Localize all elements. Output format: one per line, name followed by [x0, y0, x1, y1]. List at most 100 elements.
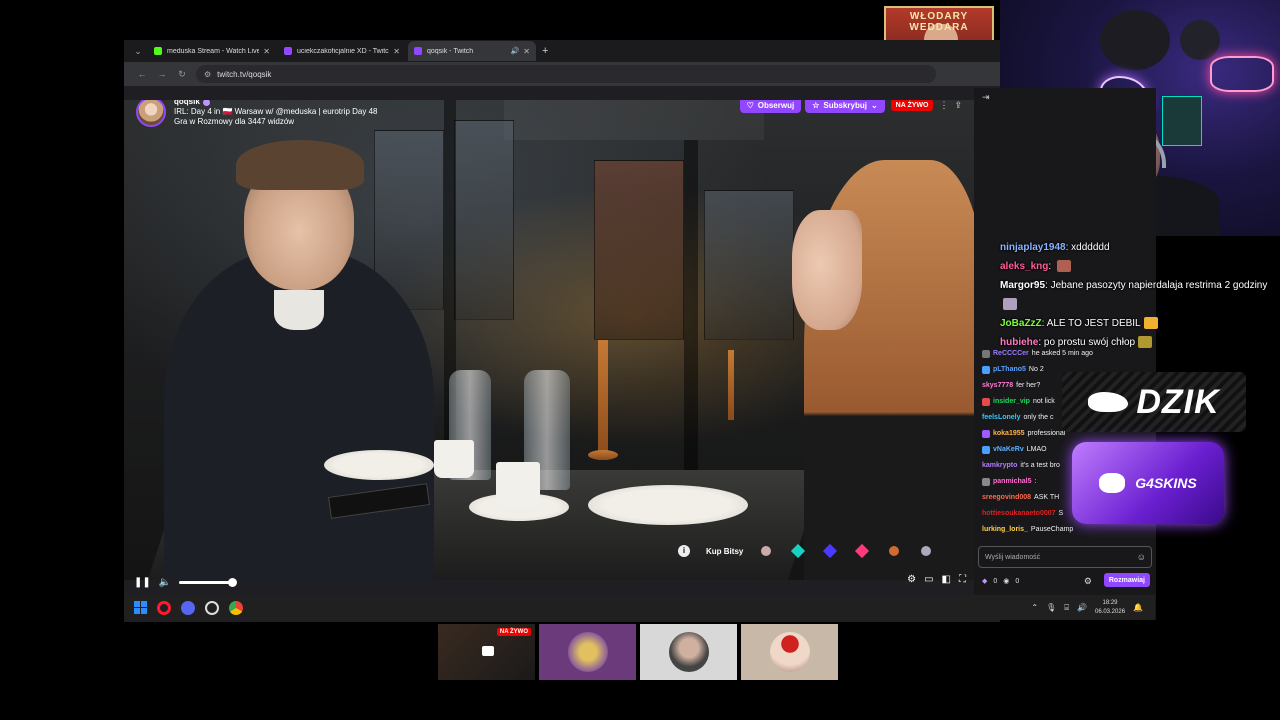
reload-icon[interactable]: ↻ [172, 69, 192, 80]
thumbnail-live[interactable]: NA ŻYWO [438, 624, 535, 680]
pause-icon[interactable]: ❚❚ [134, 577, 151, 588]
g4skins-logo: G4SKINS [1072, 442, 1224, 524]
poster [1162, 96, 1202, 146]
settings-icon[interactable]: ⚙ [907, 574, 916, 585]
chat-send-button[interactable]: Rozmawiaj [1103, 573, 1150, 587]
microphone-icon[interactable]: 🎙 [1046, 603, 1056, 612]
speaker-icon[interactable]: 🔊 [511, 47, 520, 55]
bits-gem-icon[interactable] [855, 543, 870, 559]
bits-gem-icon[interactable] [761, 546, 772, 556]
forward-icon[interactable]: → [152, 69, 172, 79]
new-tab-button[interactable]: + [542, 45, 548, 57]
screen: WŁODARY WEDDARA ⌄ meduska Stream - Watch… [0, 0, 1280, 720]
emote-picker-icon[interactable]: ☺ [1137, 552, 1146, 562]
chat-username[interactable]: vNaKeRv [993, 442, 1024, 458]
bits-gem-icon[interactable] [921, 546, 932, 556]
tab-qoqsik[interactable]: qoqsik - Twitch 🔊 ✕ [408, 41, 536, 61]
chat-username[interactable]: feelsLonely [982, 410, 1021, 426]
emote-icon [1056, 260, 1071, 273]
chat-username[interactable]: sreegovind008 [982, 490, 1031, 506]
clock-date: 06.03.2026 [1095, 608, 1126, 615]
thumbnail-face-2[interactable] [640, 624, 737, 680]
bits-bar: i Kup Bitsy [678, 540, 953, 562]
stream-subtitle: Gra w Rozmowy dla 3447 widzów [174, 117, 295, 126]
video-player[interactable]: qoqsik IRL: Day 4 in 🇵🇱 Warsaw w/ @medus… [124, 100, 974, 580]
bits-icon[interactable]: ◆ [982, 577, 987, 585]
thumbnail-face-1[interactable] [539, 624, 636, 680]
chat-text: No 2 [1028, 366, 1044, 373]
chevron-up-icon[interactable]: ⌃ [1031, 603, 1038, 612]
subscribe-button[interactable]: ☆ Subskrybuj ⌄ [805, 100, 885, 113]
twitch-icon [284, 47, 292, 55]
share-icon[interactable]: ⇪ [954, 100, 962, 111]
url-field[interactable]: ⚙ twitch.tv/qoqsik [196, 65, 936, 83]
overlay-text: Jebane pasozyty napierdalaja restrima 2 … [1050, 280, 1268, 291]
chat-username[interactable]: insider_vip [993, 394, 1030, 410]
theatre-mode-icon[interactable]: ◧ [942, 574, 951, 585]
volume-slider[interactable] [179, 577, 238, 587]
bits-gem-icon[interactable] [791, 543, 806, 559]
clock-time: 18:29 [1102, 599, 1118, 606]
buy-bits-button[interactable]: Kup Bitsy [706, 547, 743, 556]
clock[interactable]: 18:29 06.03.2026 [1095, 599, 1125, 617]
avatar[interactable] [136, 100, 166, 127]
chat-username[interactable]: koka1955 [993, 426, 1025, 442]
close-icon[interactable]: ✕ [523, 47, 530, 56]
badge-icon[interactable] [982, 366, 990, 374]
chat-input[interactable]: Wyślij wiadomość ☺ [978, 546, 1152, 568]
info-icon[interactable]: i [678, 545, 690, 557]
fullscreen-icon[interactable]: ⛶ [959, 574, 966, 585]
chat-username[interactable]: hottiesoukanaeto0007 [982, 506, 1056, 522]
tab-uciekczak[interactable]: uciekczakoficjalnie XD - Twitch ✕ [278, 41, 406, 61]
chat-bubble-icon [482, 646, 494, 656]
back-icon[interactable]: ← [132, 69, 152, 79]
badge-icon[interactable] [982, 446, 990, 454]
channel-points-icon[interactable]: ◉ [1003, 577, 1009, 585]
site-info-icon[interactable]: ⚙ [204, 70, 211, 79]
close-icon[interactable]: ✕ [393, 47, 400, 56]
opera-icon[interactable] [157, 600, 171, 615]
chat-text: it's a test bro [1020, 462, 1060, 469]
tab-meduska[interactable]: meduska Stream - Watch Live o ✕ [148, 41, 276, 61]
thumbnail-face-3[interactable] [741, 624, 838, 680]
chat-username[interactable]: lurking_loris_ [982, 522, 1028, 538]
emote-icon [1138, 336, 1153, 349]
badge-icon[interactable] [982, 398, 990, 406]
more-icon[interactable]: ⋮ [939, 100, 948, 111]
speaker-tray-icon[interactable]: 🔊 [1077, 603, 1087, 612]
overlay-chat-message: Margor95: Jebane pasozyty napierdalaja r… [1000, 276, 1280, 314]
network-icon[interactable]: ⌸ [1064, 603, 1069, 613]
bits-gem-icon[interactable] [823, 543, 838, 559]
start-button[interactable] [134, 601, 147, 614]
system-tray: ⌃ 🎙 ⌸ 🔊 18:29 06.03.2026 🔔 [1023, 595, 1143, 620]
clip-icon[interactable]: ▭ [924, 574, 933, 585]
badge-icon[interactable] [982, 430, 990, 438]
tab-search-icon[interactable]: ⌄ [130, 46, 146, 57]
chat-username[interactable]: pLThano5 [993, 362, 1026, 378]
chat-settings-icon[interactable]: ⚙ [1084, 576, 1092, 587]
notification-icon[interactable]: 🔔 [1133, 603, 1143, 612]
follow-button[interactable]: ♡ Obserwuj [739, 100, 802, 113]
badge-icon[interactable] [982, 478, 990, 486]
browser-window: ⌄ meduska Stream - Watch Live o ✕ uciekc… [124, 40, 1000, 622]
chrome-icon[interactable] [229, 600, 243, 615]
close-icon[interactable]: ✕ [263, 47, 270, 56]
dzik-text: DZIK [1136, 382, 1220, 421]
badge-icon[interactable] [982, 350, 990, 358]
chat-username[interactable]: panmichal5 [993, 474, 1032, 490]
subscribe-label: Subskrybuj [823, 100, 867, 110]
volume-icon[interactable]: 🔈 [159, 577, 171, 588]
chat-username[interactable]: skys7778 [982, 378, 1013, 394]
tab-label: uciekczakoficjalnie XD - Twitch [297, 47, 390, 55]
channel-name[interactable]: qoqsik [174, 100, 378, 107]
neon-boar-sign [1210, 56, 1274, 92]
bits-gem-icon[interactable] [889, 546, 900, 556]
discord-icon[interactable] [181, 600, 195, 615]
live-badge: NA ŻYWO [890, 100, 934, 111]
settings-app-icon[interactable] [205, 600, 219, 615]
heart-icon: ♡ [746, 100, 754, 110]
chat-username[interactable]: kamkrypto [982, 458, 1017, 474]
collapse-chat-icon[interactable]: ⇥ [982, 92, 990, 103]
chat-text: not lick [1032, 398, 1055, 405]
tab-label: qoqsik - Twitch [427, 47, 474, 55]
